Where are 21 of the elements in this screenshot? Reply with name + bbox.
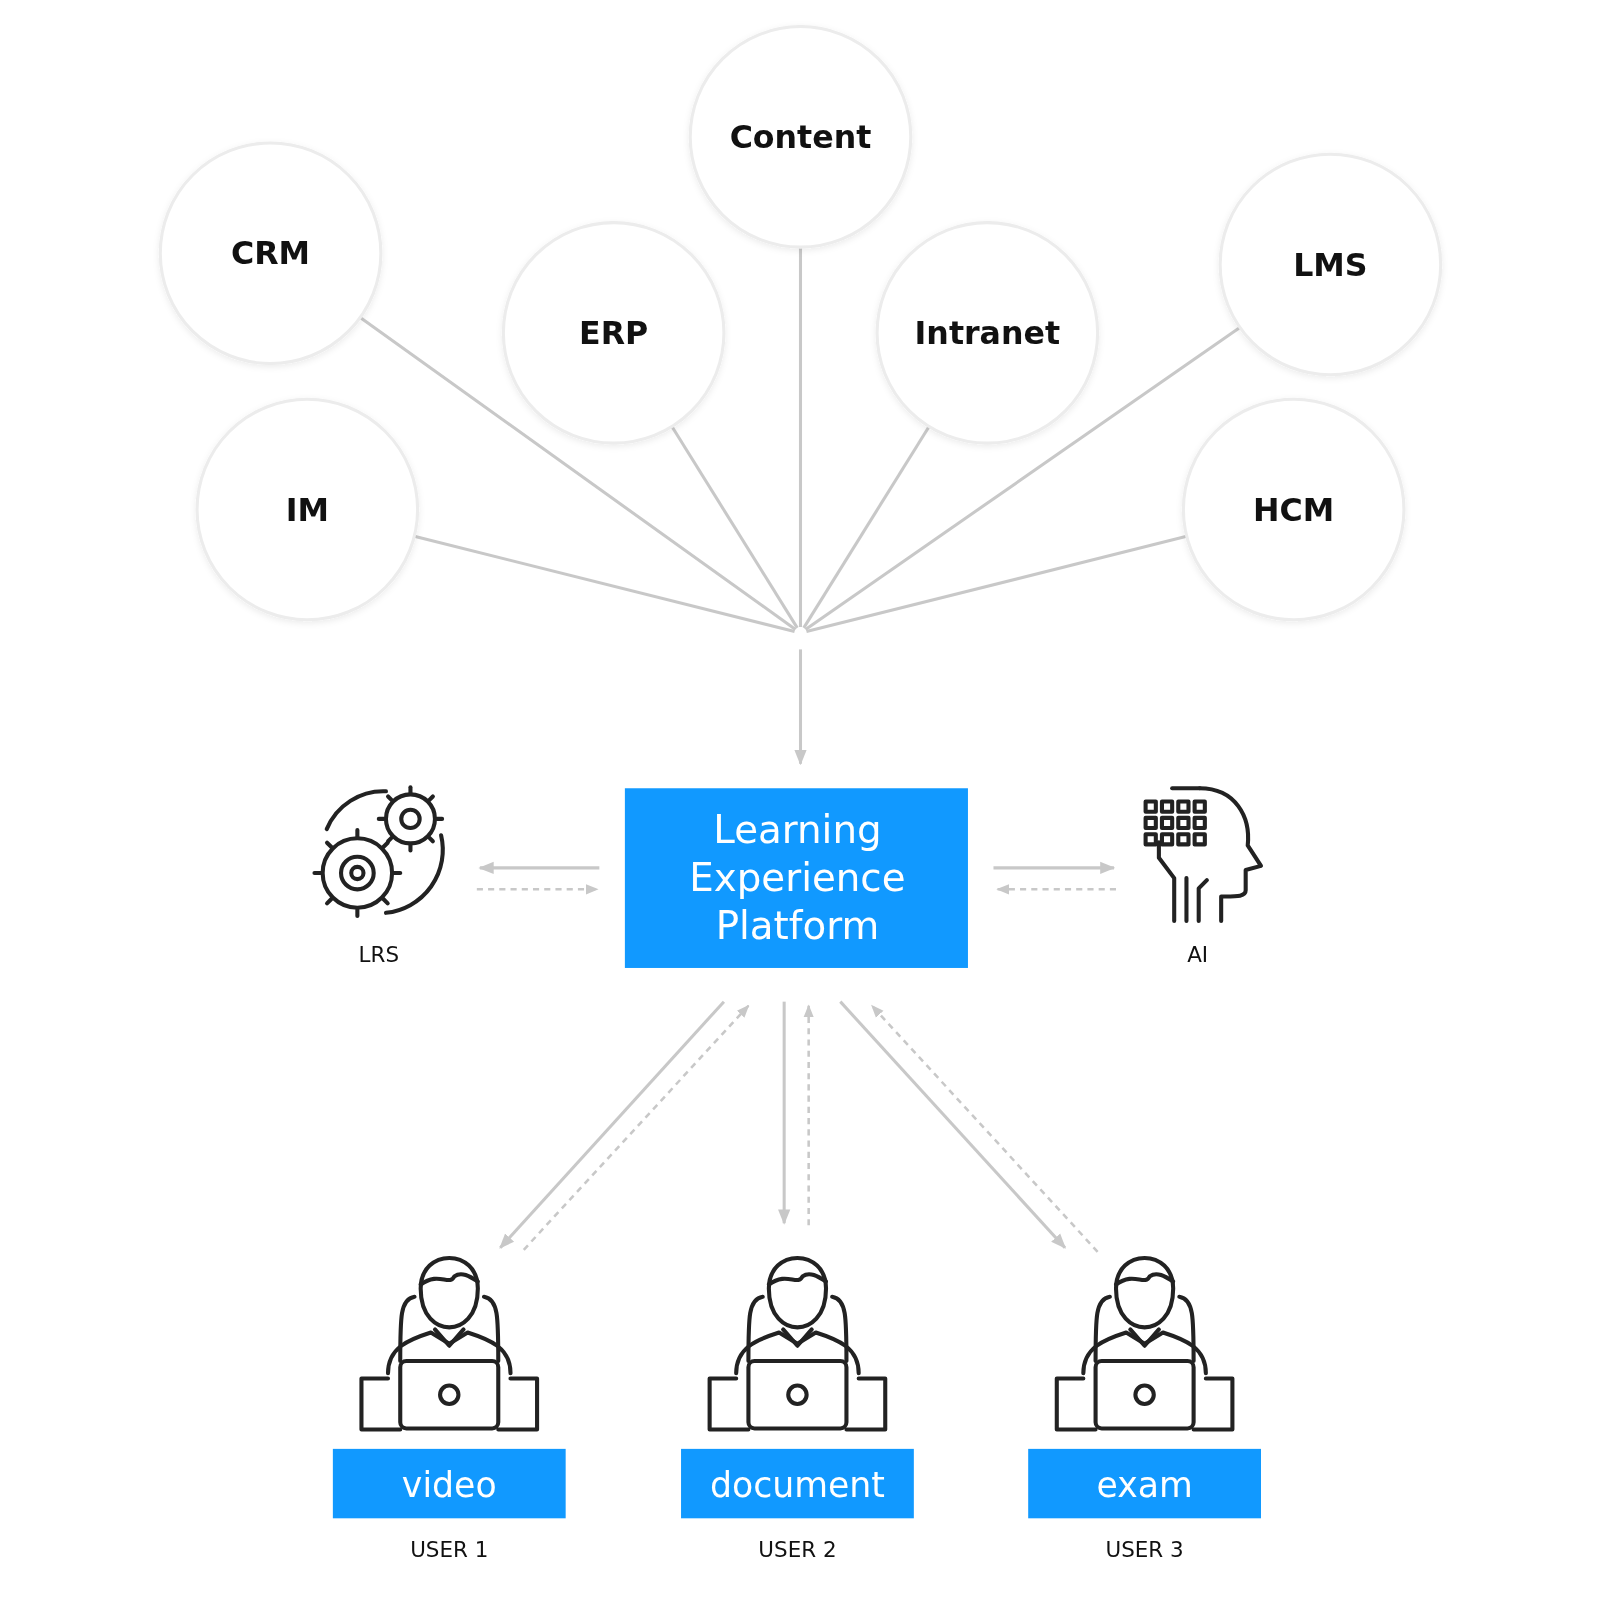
source-label: Content — [729, 119, 872, 156]
user-label: USER 2 — [758, 1537, 837, 1563]
source-label: IM — [285, 491, 329, 528]
content-label: document — [709, 1464, 885, 1505]
service-label: LRS — [358, 941, 400, 967]
source-label: Intranet — [914, 315, 1061, 352]
ai-head-icon — [1143, 786, 1264, 924]
person-at-laptop-icon — [359, 1255, 540, 1432]
gears-icon — [312, 785, 445, 918]
user-label: USER 3 — [1105, 1537, 1184, 1563]
content-label: exam — [1096, 1464, 1193, 1505]
service-label: AI — [1187, 941, 1209, 967]
person-at-laptop-icon — [707, 1255, 888, 1432]
content-label: video — [401, 1464, 497, 1505]
user-label: USER 1 — [410, 1537, 489, 1563]
source-label: HCM — [1253, 491, 1335, 528]
platform-title: Learning Experience Platform — [689, 807, 906, 949]
person-at-laptop-icon — [1054, 1255, 1235, 1432]
source-label: LMS — [1293, 246, 1368, 283]
source-label: CRM — [231, 235, 311, 272]
source-label: ERP — [579, 315, 649, 352]
